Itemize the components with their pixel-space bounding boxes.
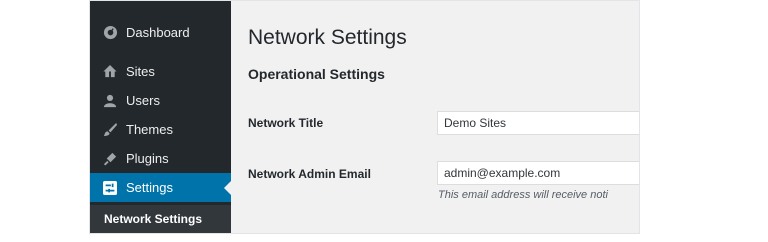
network-title-input[interactable] xyxy=(437,111,639,135)
page-title: Network Settings xyxy=(248,26,407,49)
sites-icon xyxy=(102,64,118,80)
sidebar-item-sites[interactable]: Sites xyxy=(90,57,231,86)
sidebar-item-label: Sites xyxy=(126,64,155,79)
sidebar-item-label: Themes xyxy=(126,122,173,137)
admin-sidebar: Dashboard Sites Users Themes Plugins Set… xyxy=(90,1,231,233)
sidebar-item-dashboard[interactable]: Dashboard xyxy=(90,18,231,47)
admin-email-description: This email address will receive noti xyxy=(438,189,608,201)
plugins-icon xyxy=(102,151,118,167)
main-content: Network Settings Operational Settings Ne… xyxy=(231,1,639,233)
network-title-label: Network Title xyxy=(248,116,324,130)
dashboard-icon xyxy=(102,25,118,41)
section-title: Operational Settings xyxy=(248,66,385,82)
sidebar-item-settings[interactable]: Settings xyxy=(90,173,231,202)
sidebar-item-label: Dashboard xyxy=(126,25,190,40)
settings-icon xyxy=(102,180,118,196)
sidebar-item-themes[interactable]: Themes xyxy=(90,115,231,144)
submenu-item-label: Network Settings xyxy=(104,212,203,226)
sidebar-item-label: Users xyxy=(126,93,160,108)
sidebar-item-users[interactable]: Users xyxy=(90,86,231,115)
users-icon xyxy=(102,93,118,109)
submenu-item-network-settings[interactable]: Network Settings xyxy=(90,205,231,233)
admin-window: Dashboard Sites Users Themes Plugins Set… xyxy=(89,0,640,234)
admin-email-label: Network Admin Email xyxy=(248,167,371,181)
admin-email-input[interactable] xyxy=(437,161,639,185)
sidebar-item-label: Settings xyxy=(126,180,173,195)
sidebar-item-plugins[interactable]: Plugins xyxy=(90,144,231,173)
sidebar-item-label: Plugins xyxy=(126,151,169,166)
themes-icon xyxy=(102,122,118,138)
